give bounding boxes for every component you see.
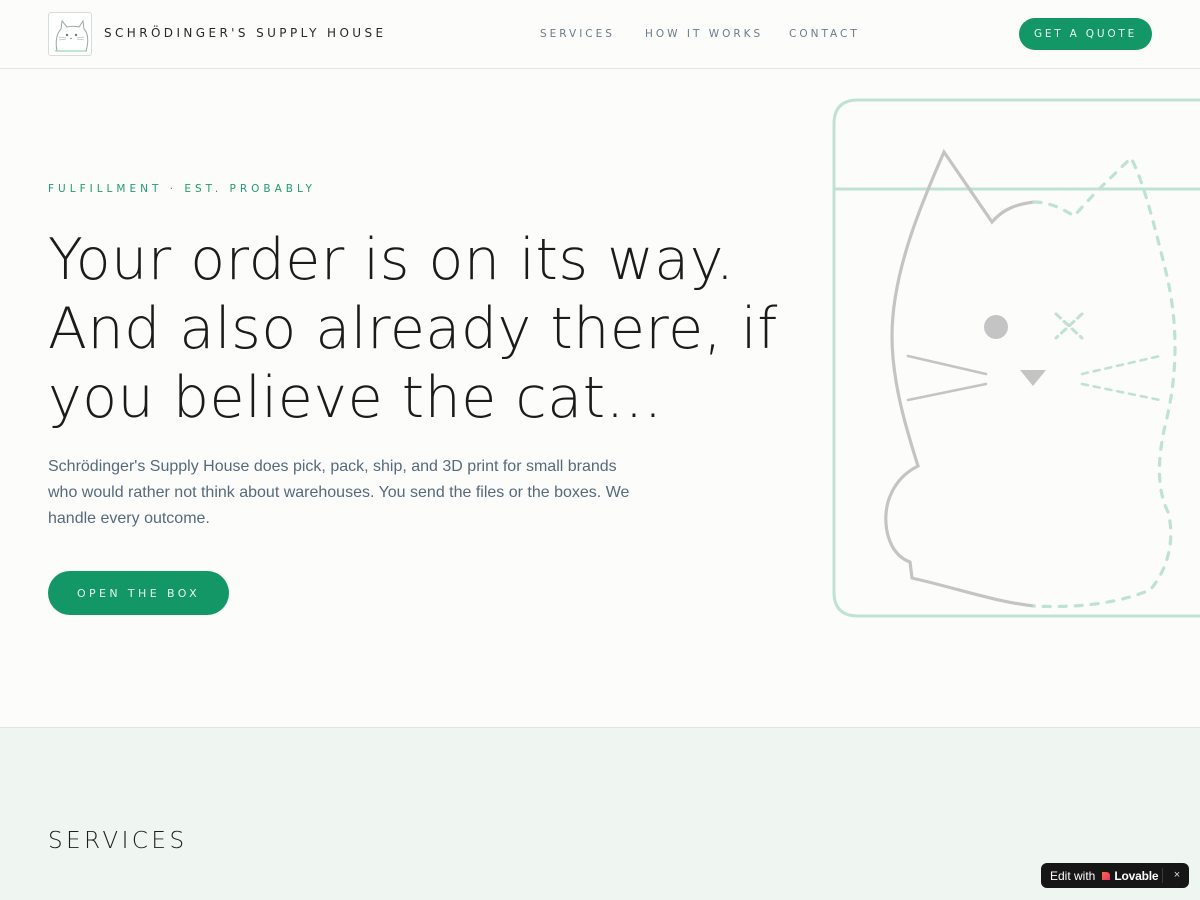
cat-eye-x (1054, 312, 1084, 340)
cat-logo-icon (55, 19, 89, 52)
cat-whiskers-left (906, 354, 988, 402)
site-header: SCHRÖDINGER'S SUPPLY HOUSE SERVICES HOW … (0, 0, 1200, 69)
nav-services[interactable]: SERVICES (540, 28, 615, 40)
badge-divider (1162, 868, 1163, 883)
cat-solid-outline (884, 148, 1036, 608)
close-icon[interactable]: × (1170, 867, 1184, 883)
hero-headline: Your order is on its way. And also alrea… (48, 227, 778, 431)
brand-name[interactable]: SCHRÖDINGER'S SUPPLY HOUSE (104, 26, 386, 40)
nav-how-it-works[interactable]: HOW IT WORKS (645, 28, 763, 40)
services-section: SERVICES (0, 727, 1200, 900)
logo[interactable] (48, 12, 92, 56)
edit-with-label[interactable]: Edit with (1050, 869, 1095, 883)
get-a-quote-button[interactable]: GET A QUOTE (1019, 18, 1152, 50)
hero-description: Schrödinger's Supply House does pick, pa… (48, 458, 630, 527)
cat-dashed-outline (1032, 155, 1177, 609)
lovable-wordmark: Lovable (1114, 868, 1159, 883)
cat-nose (1020, 370, 1046, 386)
services-heading: SERVICES (48, 828, 188, 854)
nav-contact[interactable]: CONTACT (789, 28, 860, 40)
edit-with-lovable-badge[interactable]: Edit with Lovable × (1041, 863, 1189, 888)
cat-whiskers-right (1080, 354, 1162, 402)
hero-eyebrow: FULFILLMENT · EST. PROBABLY (48, 183, 316, 195)
cat-in-box-illustration (832, 98, 1200, 618)
open-the-box-button[interactable]: OPEN THE BOX (48, 571, 229, 615)
page: SCHRÖDINGER'S SUPPLY HOUSE SERVICES HOW … (0, 0, 1200, 900)
lovable-heart-icon (1102, 871, 1111, 880)
cat-eye-open (984, 315, 1008, 339)
